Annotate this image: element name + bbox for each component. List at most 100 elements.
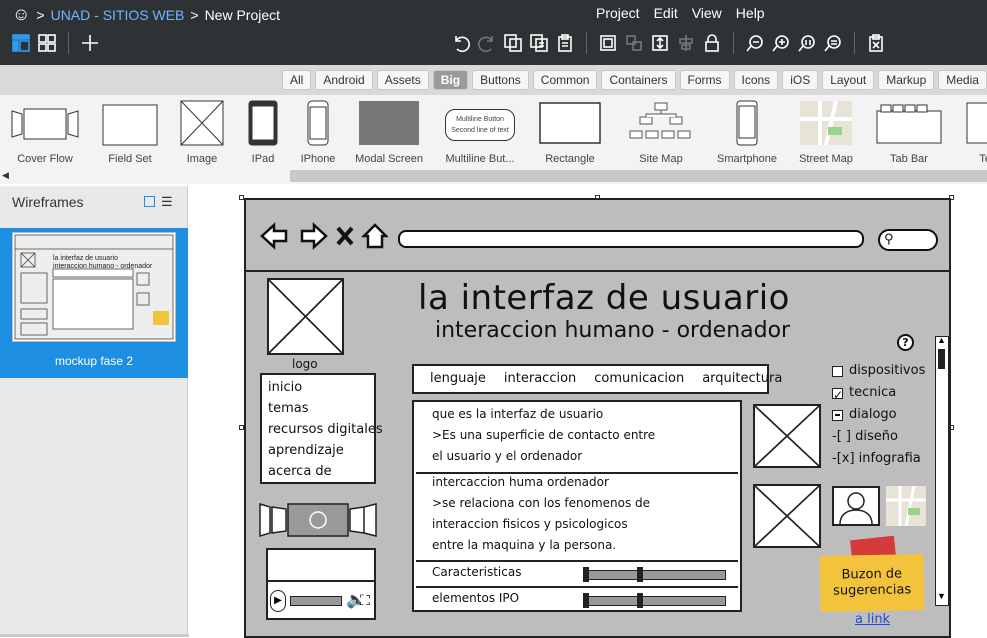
duplicate-icon[interactable] — [502, 32, 524, 54]
mockup-link: a link — [855, 612, 891, 627]
gallery-modal-screen[interactable]: Modal Screen — [355, 99, 423, 165]
tab-lenguaje: lenguaje — [430, 371, 486, 386]
tab-comunicacion: comunicacion — [594, 371, 685, 386]
gallery-site-map[interactable]: Site Map — [628, 99, 694, 165]
category-big[interactable]: Big — [432, 70, 469, 90]
category-all[interactable]: All — [282, 70, 312, 90]
mockup-browser-bar: ⚲ — [246, 200, 949, 272]
content-line: >se relaciona con los fenomenos de — [432, 496, 651, 510]
mockup-nav-list: inicio temas recursos digitales aprendiz… — [260, 373, 383, 484]
category-containers[interactable]: Containers — [601, 70, 676, 90]
mockup-tab-bar: lenguaje interaccion comunicacion arquit… — [412, 364, 782, 394]
grid-view-icon[interactable] — [36, 32, 58, 54]
gallery-cover-flow[interactable]: Cover Flow — [10, 99, 80, 165]
zoom-out-icon[interactable] — [744, 32, 766, 54]
resize-icon[interactable] — [649, 32, 671, 54]
gallery-street-map[interactable]: Street Map — [799, 99, 853, 165]
category-android[interactable]: Android — [315, 70, 373, 90]
zoom-in-icon[interactable] — [770, 32, 792, 54]
add-icon[interactable] — [79, 32, 101, 54]
lock-icon[interactable] — [701, 32, 723, 54]
component-gallery: Cover Flow Field Set Image IPad IPhone M… — [0, 95, 987, 170]
content-line: el usuario y el ordenador — [432, 449, 583, 463]
scroll-up-icon: ▲ — [937, 335, 946, 345]
logo-label: logo — [292, 357, 318, 371]
gallery-scrollbar[interactable]: ◀ — [0, 170, 987, 184]
mockup-thumbnail[interactable]: la interfaz de usuario interaccion human… — [12, 232, 176, 342]
tab-interaccion: interaccion — [503, 371, 577, 386]
undo-icon[interactable] — [450, 32, 472, 54]
nav-item: recursos digitales — [268, 422, 383, 437]
image-placeholder — [753, 484, 821, 548]
mockup-slider — [583, 593, 726, 608]
mockup-content-panel: que es la interfaz de usuario >Es una su… — [412, 400, 742, 612]
category-forms[interactable]: Forms — [679, 70, 730, 90]
category-bar: All Android Assets Big Buttons Common Co… — [0, 65, 987, 95]
accordion-item: Caracteristicas — [432, 565, 522, 579]
smiley-logo-icon[interactable]: ☺ — [12, 4, 30, 25]
menu-project[interactable]: Project — [596, 5, 640, 21]
scroll-down-icon: ▼ — [937, 591, 946, 601]
paste-icon[interactable] — [554, 32, 576, 54]
gallery-scroll-thumb[interactable] — [290, 170, 987, 182]
category-markup[interactable]: Markup — [878, 70, 935, 90]
breadcrumb-separator: > — [190, 6, 199, 23]
category-icons[interactable]: Icons — [733, 70, 779, 90]
category-buttons[interactable]: Buttons — [472, 70, 529, 90]
category-ios[interactable]: iOS — [782, 70, 819, 90]
sticky-note: Buzon de sugerencias — [819, 554, 925, 612]
menu-edit[interactable]: Edit — [654, 5, 678, 21]
tree-item: -[x] infografia — [832, 451, 921, 466]
thumbnail-view-icon[interactable] — [144, 196, 155, 207]
wireframes-sidebar: Wireframes ☰ la interfaz de usuario inte… — [0, 186, 220, 637]
content-line: interaccion fisicos y psicologicos — [432, 517, 628, 531]
help-icon: ? — [897, 334, 914, 351]
category-layout[interactable]: Layout — [822, 70, 875, 90]
mockup-cover-flow — [259, 502, 377, 538]
group-icon[interactable] — [597, 32, 619, 54]
mockup-thumbnail-card[interactable]: la interfaz de usuario interaccion human… — [0, 228, 188, 378]
tree-item: -[ ] diseño — [832, 429, 898, 444]
list-view-icon[interactable]: ☰ — [161, 195, 173, 208]
clipboard-close-icon[interactable] — [865, 32, 887, 54]
content-line: entre la maquina y la persona. — [432, 538, 617, 552]
gallery-multiline-button[interactable]: Multiline Button Second line of text Mul… — [445, 99, 515, 165]
breadcrumb-project-link[interactable]: UNAD - SITIOS WEB — [51, 7, 185, 23]
redo-icon[interactable] — [476, 32, 498, 54]
gallery-ipad[interactable]: IPad — [246, 99, 280, 165]
fullscreen-icon: ⛶ — [360, 592, 370, 608]
category-media[interactable]: Media — [938, 70, 987, 90]
copy-icon[interactable] — [528, 32, 550, 54]
nav-item: inicio — [268, 380, 303, 395]
gallery-smartphone[interactable]: Smartphone — [717, 99, 777, 165]
category-assets[interactable]: Assets — [376, 70, 429, 90]
search-icon: ⚲ — [884, 232, 894, 247]
gallery-tab-bar[interactable]: Tab Bar — [875, 99, 943, 165]
edit-toolbar — [450, 30, 887, 56]
browser-nav-icons — [260, 222, 388, 250]
top-toolbar: ☺ > UNAD - SITIOS WEB > New Project Proj… — [0, 0, 987, 65]
menu-view[interactable]: View — [692, 5, 722, 21]
zoom-fit-icon[interactable] — [822, 32, 844, 54]
user-avatar-icon — [832, 486, 880, 526]
gallery-image[interactable]: Image — [178, 99, 226, 165]
content-line: >Es una superficie de contacto entre — [432, 428, 656, 442]
gallery-rectangle[interactable]: Rectangle — [537, 99, 603, 165]
gallery-field-set[interactable]: Field Set — [100, 99, 160, 165]
image-placeholder — [753, 404, 821, 468]
breadcrumb-separator: > — [36, 6, 45, 23]
align-icon[interactable] — [675, 32, 697, 54]
menu-help[interactable]: Help — [736, 5, 765, 21]
single-view-icon[interactable] — [10, 32, 32, 54]
ungroup-icon[interactable] — [623, 32, 645, 54]
zoom-actual-icon[interactable] — [796, 32, 818, 54]
gallery-text[interactable]: Te — [965, 99, 987, 165]
mockup-vertical-scrollbar: ▲ ▼ — [935, 335, 949, 606]
mockup-url-bar — [398, 230, 864, 248]
scroll-left-icon[interactable]: ◀ — [2, 170, 9, 181]
gallery-iphone[interactable]: IPhone — [301, 99, 335, 165]
category-common[interactable]: Common — [532, 70, 598, 90]
sidebar-title: Wireframes — [12, 194, 84, 210]
scroll-thumb — [938, 349, 945, 369]
main-menu: Project Edit View Help — [596, 5, 765, 21]
